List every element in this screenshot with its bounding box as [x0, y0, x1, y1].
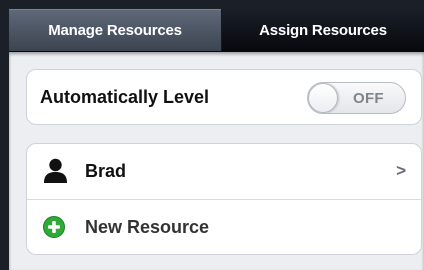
- resource-name: Brad: [85, 161, 127, 181]
- person-icon: [44, 158, 67, 183]
- new-resource-row[interactable]: New Resource: [27, 199, 421, 254]
- automatically-level-label: Automatically Level: [40, 87, 210, 107]
- resources-group: Brad > New Resource: [26, 143, 422, 255]
- tab-manage-resources[interactable]: Manage Resources: [9, 9, 222, 51]
- automatically-level-row: Automatically Level OFF: [27, 70, 421, 124]
- toggle-knob[interactable]: [308, 83, 338, 113]
- plus-circle-icon[interactable]: [43, 216, 65, 238]
- automatically-level-toggle[interactable]: OFF: [307, 82, 406, 114]
- segmented-tab-bar: Manage Resources Assign Resources: [9, 9, 424, 52]
- resource-row-brad[interactable]: Brad >: [27, 144, 421, 199]
- toggle-state-label: OFF: [353, 90, 384, 107]
- new-resource-label: New Resource: [85, 216, 210, 237]
- content-panel: Automatically Level OFF Brad > New Resou…: [9, 52, 424, 270]
- tab-assign-resources[interactable]: Assign Resources: [222, 9, 424, 51]
- chevron-right-icon: >: [396, 161, 406, 180]
- settings-group: Automatically Level OFF: [26, 69, 422, 125]
- app-frame: Manage Resources Assign Resources Automa…: [0, 0, 424, 270]
